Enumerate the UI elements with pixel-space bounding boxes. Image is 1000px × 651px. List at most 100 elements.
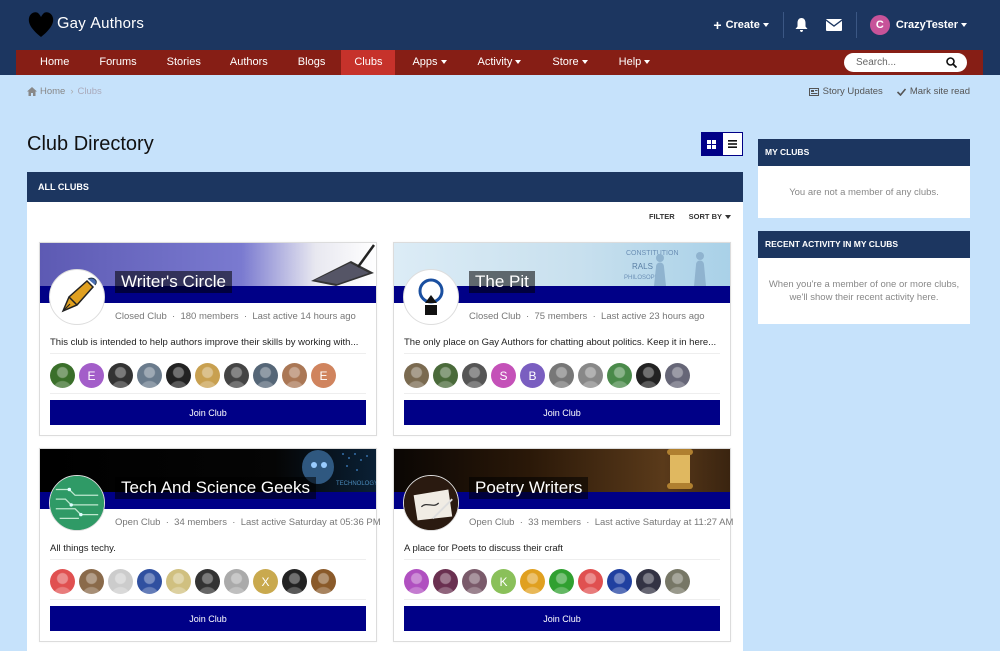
divider	[404, 393, 720, 394]
member-avatar[interactable]: X	[253, 569, 278, 594]
member-avatar[interactable]	[195, 363, 220, 388]
club-card-writers-circle[interactable]: Writer's Circle Closed Club · 180 member…	[39, 242, 377, 436]
member-avatar[interactable]	[578, 363, 603, 388]
member-avatar[interactable]	[404, 569, 429, 594]
check-icon	[896, 87, 906, 96]
club-icon[interactable]	[403, 475, 459, 531]
chevron-right-icon: ›	[70, 86, 74, 97]
nav-home[interactable]: Home	[16, 50, 82, 75]
messages-button[interactable]	[817, 19, 856, 31]
join-club-button[interactable]: Join Club	[404, 400, 720, 425]
member-avatar[interactable]	[607, 363, 632, 388]
search-icon[interactable]	[946, 57, 957, 68]
widget-empty-text: You are not a member of any clubs.	[789, 186, 939, 198]
caret-down-icon	[725, 215, 731, 220]
breadcrumb-current: Clubs	[77, 86, 102, 97]
member-avatar[interactable]	[549, 569, 574, 594]
story-updates-link[interactable]: Story Updates	[808, 86, 883, 97]
site-header: Gay Authors + Create C CrazyTester	[0, 0, 1000, 50]
member-avatar[interactable]	[311, 569, 336, 594]
member-avatar[interactable]	[549, 363, 574, 388]
member-avatars: X	[50, 569, 336, 594]
member-avatar[interactable]	[665, 569, 690, 594]
member-avatar[interactable]: B	[520, 363, 545, 388]
member-avatar[interactable]	[137, 569, 162, 594]
join-club-button[interactable]: Join Club	[50, 606, 366, 631]
search-input[interactable]: Search...	[844, 53, 967, 72]
member-avatar[interactable]: E	[311, 363, 336, 388]
member-avatar[interactable]	[108, 569, 133, 594]
member-avatar[interactable]	[636, 569, 661, 594]
nav-apps[interactable]: Apps	[395, 50, 462, 75]
grid-view-button[interactable]	[701, 132, 722, 156]
club-card-the-pit[interactable]: CONSTITUTION RALS PHILOSOPHY The Pit Close…	[393, 242, 731, 436]
member-avatar[interactable]	[282, 363, 307, 388]
member-avatar[interactable]	[636, 363, 661, 388]
club-title[interactable]: Tech And Science Geeks	[115, 477, 317, 499]
mark-site-read-link[interactable]: Mark site read	[896, 86, 970, 97]
envelope-icon	[825, 19, 842, 31]
nav-stories[interactable]: Stories	[152, 50, 216, 75]
grid-icon	[707, 139, 716, 149]
view-toggle	[701, 132, 743, 156]
member-avatar[interactable]	[224, 363, 249, 388]
nav-clubs[interactable]: Clubs	[341, 50, 396, 75]
club-icon[interactable]	[49, 269, 105, 325]
club-icon[interactable]	[403, 269, 459, 325]
member-avatar[interactable]	[282, 569, 307, 594]
club-card-poetry-writers[interactable]: Poetry Writers Open Club · 33 members · …	[393, 448, 733, 642]
member-avatar[interactable]: S	[491, 363, 516, 388]
list-view-button[interactable]	[722, 132, 743, 156]
page-title: Club Directory	[27, 133, 154, 155]
club-title[interactable]: The Pit	[469, 271, 535, 293]
member-avatar[interactable]	[462, 363, 487, 388]
club-title[interactable]: Writer's Circle	[115, 271, 232, 293]
member-avatar[interactable]	[224, 569, 249, 594]
member-avatar[interactable]	[50, 569, 75, 594]
caret-down-icon	[762, 23, 769, 27]
member-avatar[interactable]	[195, 569, 220, 594]
member-avatar[interactable]	[433, 569, 458, 594]
member-avatar[interactable]	[462, 569, 487, 594]
divider	[404, 559, 720, 560]
divider	[50, 393, 366, 394]
member-avatar[interactable]	[607, 569, 632, 594]
nav-activity[interactable]: Activity	[463, 50, 538, 75]
breadcrumb-home[interactable]: Home	[40, 86, 65, 97]
member-avatar[interactable]	[433, 363, 458, 388]
notifications-button[interactable]	[784, 18, 817, 32]
member-avatar[interactable]	[520, 569, 545, 594]
club-description: This club is intended to help authors im…	[50, 337, 359, 348]
member-avatar[interactable]	[137, 363, 162, 388]
member-avatar[interactable]	[50, 363, 75, 388]
nav-blogs[interactable]: Blogs	[283, 50, 342, 75]
member-avatar[interactable]	[166, 363, 191, 388]
member-avatar[interactable]: E	[79, 363, 104, 388]
member-avatar[interactable]	[79, 569, 104, 594]
member-avatar[interactable]	[108, 363, 133, 388]
club-description: The only place on Gay Authors for chatti…	[404, 337, 717, 348]
filter-button[interactable]: FILTER	[649, 212, 675, 221]
member-avatar[interactable]	[665, 363, 690, 388]
club-title[interactable]: Poetry Writers	[469, 477, 589, 499]
nav-authors[interactable]: Authors	[216, 50, 283, 75]
caret-down-icon	[644, 60, 651, 65]
member-avatar[interactable]	[578, 569, 603, 594]
sort-button[interactable]: SORT BY	[689, 212, 731, 221]
nav-forums[interactable]: Forums	[82, 50, 151, 75]
member-avatar[interactable]	[404, 363, 429, 388]
divider	[404, 353, 720, 354]
club-card-tech-science[interactable]: TECHNOLOGY Tech And Science Geeks Open C…	[39, 448, 381, 642]
breadcrumb: Home › Clubs	[27, 86, 102, 97]
join-club-button[interactable]: Join Club	[50, 400, 366, 425]
member-avatar[interactable]: K	[491, 569, 516, 594]
nav-store[interactable]: Store	[537, 50, 603, 75]
member-avatar[interactable]	[253, 363, 278, 388]
user-menu[interactable]: C CrazyTester	[857, 15, 1000, 35]
member-avatar[interactable]	[166, 569, 191, 594]
join-club-button[interactable]: Join Club	[404, 606, 720, 631]
site-logo[interactable]: Gay Authors	[27, 9, 144, 39]
nav-help[interactable]: Help	[604, 50, 663, 75]
club-icon[interactable]	[49, 475, 105, 531]
create-button[interactable]: + Create	[713, 17, 782, 33]
